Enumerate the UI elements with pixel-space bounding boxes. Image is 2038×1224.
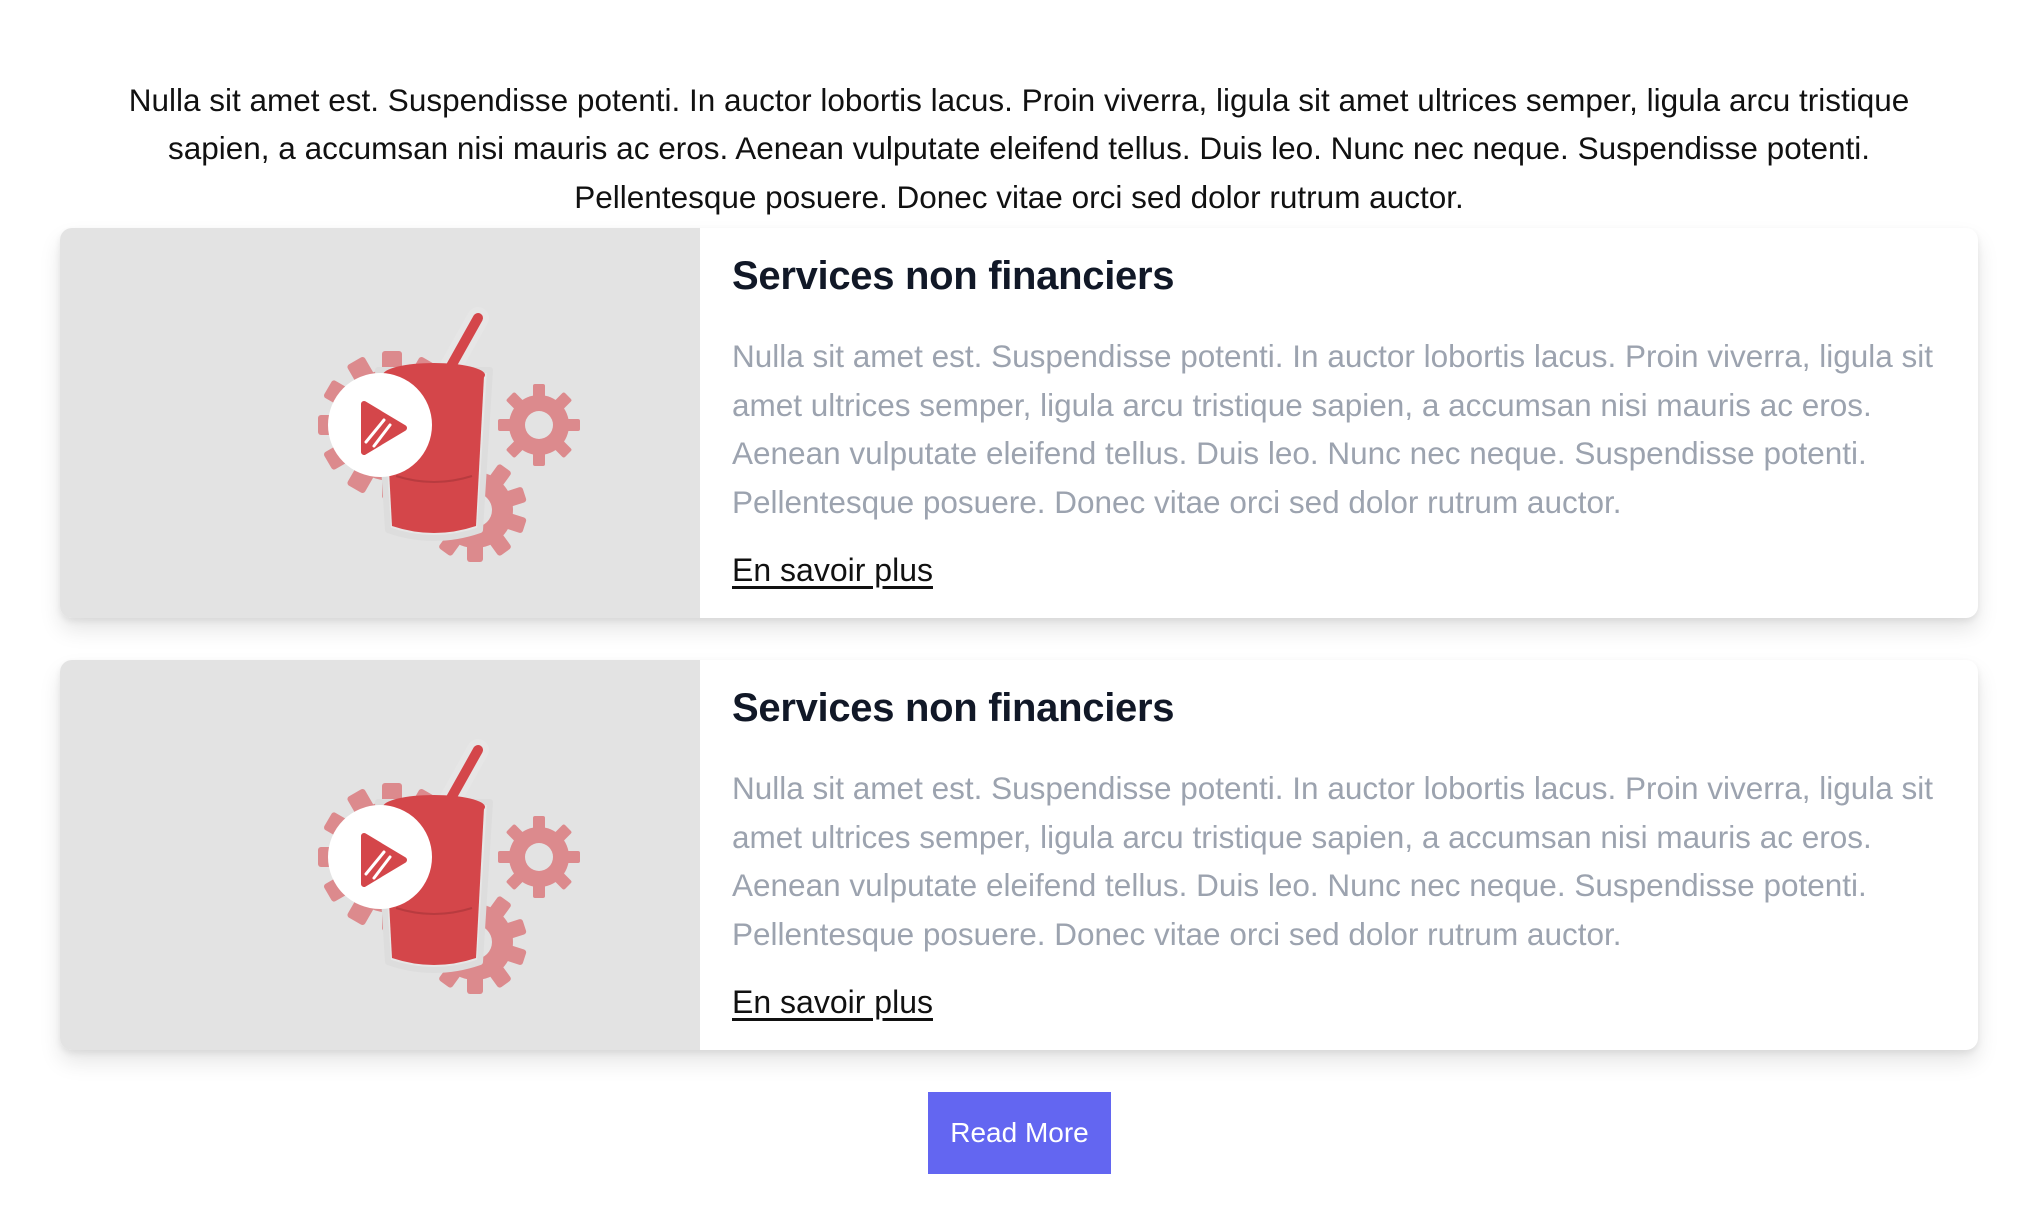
read-more-button[interactable]: Read More xyxy=(928,1092,1111,1174)
card-title: Services non financiers xyxy=(732,686,1175,730)
play-button[interactable] xyxy=(328,805,432,909)
learn-more-link[interactable]: En savoir plus xyxy=(732,984,933,1021)
service-card: Services non financiers Nulla sit amet e… xyxy=(60,660,1978,1050)
learn-more-link[interactable]: En savoir plus xyxy=(732,552,933,589)
card-media xyxy=(60,660,700,1050)
card-media xyxy=(60,228,700,618)
card-description: Nulla sit amet est. Suspendisse potenti.… xyxy=(732,338,1934,520)
card-title: Services non financiers xyxy=(732,254,1175,298)
card-description: Nulla sit amet est. Suspendisse potenti.… xyxy=(732,770,1934,952)
service-card: Services non financiers Nulla sit amet e… xyxy=(60,228,1978,618)
play-button[interactable] xyxy=(328,373,432,477)
intro-paragraph: Nulla sit amet est. Suspendisse potenti.… xyxy=(128,81,1910,215)
